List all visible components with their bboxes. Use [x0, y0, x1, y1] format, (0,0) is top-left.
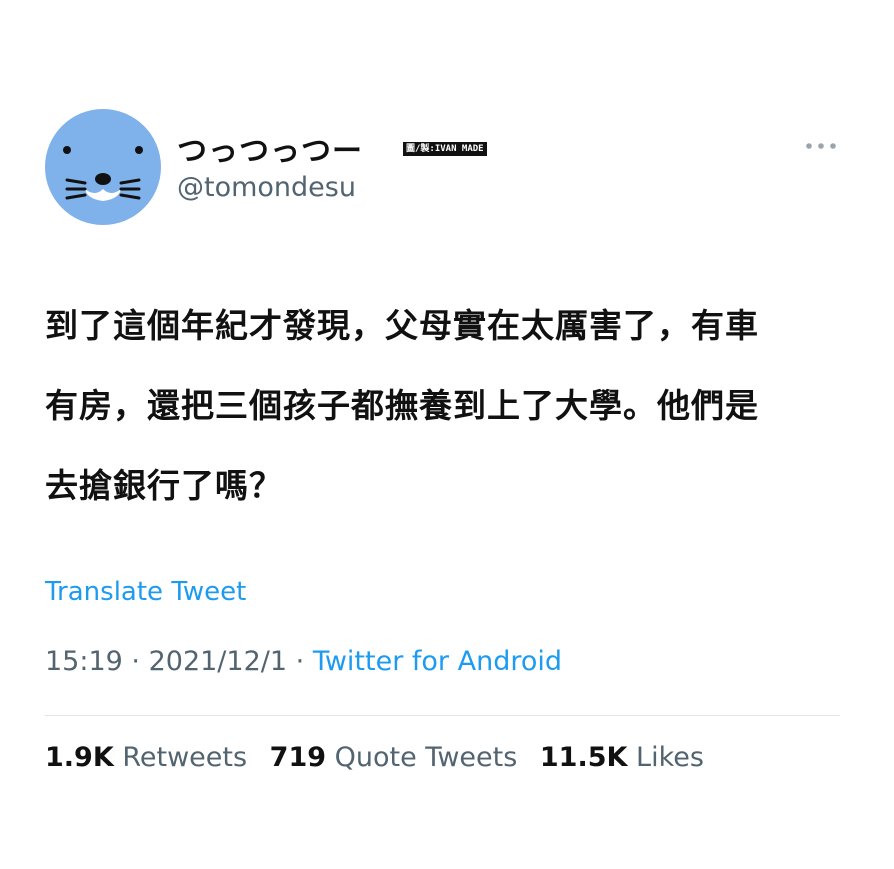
tweet-meta: 15:19 · 2021/12/1 · Twitter for Android — [45, 646, 562, 677]
likes-label: Likes — [636, 742, 704, 773]
likes-count: 11.5K — [539, 742, 628, 773]
meta-separator: · — [131, 646, 140, 677]
retweets-count: 1.9K — [45, 742, 114, 773]
seal-avatar-image — [45, 109, 161, 225]
quote-tweets-stat[interactable]: 719 Quote Tweets — [270, 742, 518, 773]
translate-tweet-link[interactable]: Translate Tweet — [45, 577, 246, 607]
tweet-source-link[interactable]: Twitter for Android — [313, 646, 562, 677]
tweet-stats: 1.9K Retweets 719 Quote Tweets 11.5K Lik… — [45, 742, 718, 773]
divider — [45, 715, 840, 716]
retweets-stat[interactable]: 1.9K Retweets — [45, 742, 247, 773]
user-handle[interactable]: @tomondesu — [177, 172, 356, 203]
avatar[interactable] — [45, 109, 161, 225]
tweet-time[interactable]: 15:19 — [45, 646, 123, 677]
tweet-line: 到了這個年紀才發現，父母實在太厲害了，有車 — [45, 306, 759, 345]
tweet-text: 到了這個年紀才發現，父母實在太厲害了，有車 有房，還把三個孩子都撫養到上了大學。… — [45, 286, 845, 526]
retweets-label: Retweets — [122, 742, 248, 773]
tweet-line: 去搶銀行了嗎？ — [45, 466, 283, 505]
tweet-line: 有房，還把三個孩子都撫養到上了大學。他們是 — [45, 386, 759, 425]
tweet-date[interactable]: 2021/12/1 — [149, 646, 287, 677]
display-name[interactable]: つっつっつー — [177, 126, 363, 170]
likes-stat[interactable]: 11.5K Likes — [540, 742, 704, 773]
meta-separator: · — [295, 646, 305, 677]
more-options-icon[interactable] — [804, 137, 838, 155]
watermark-label: 圖/製:IVAN MADE — [403, 142, 487, 156]
quote-tweets-label: Quote Tweets — [334, 742, 518, 773]
quote-tweets-count: 719 — [269, 742, 327, 773]
